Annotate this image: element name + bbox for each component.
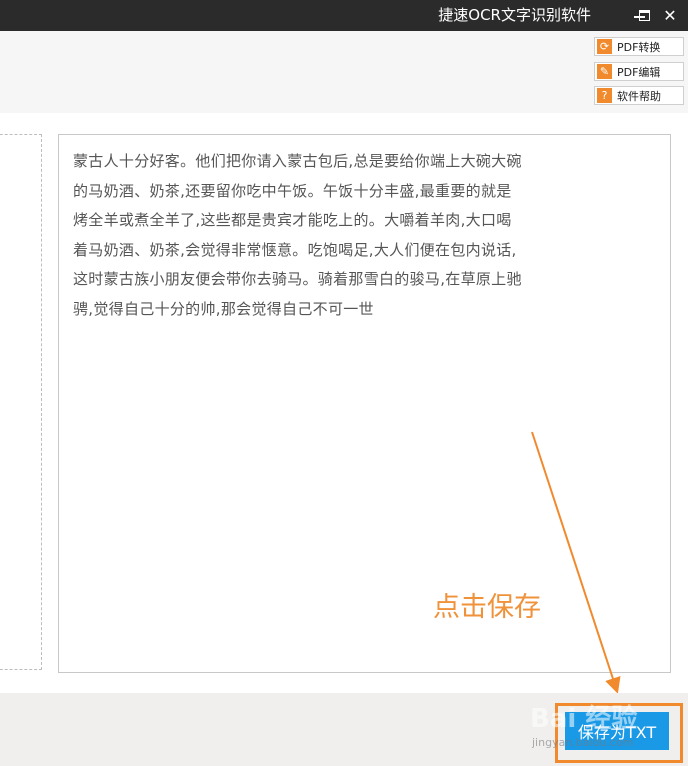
- save-txt-button[interactable]: 保存为TXT: [565, 712, 669, 750]
- annotation-arrow-icon: [531, 431, 621, 694]
